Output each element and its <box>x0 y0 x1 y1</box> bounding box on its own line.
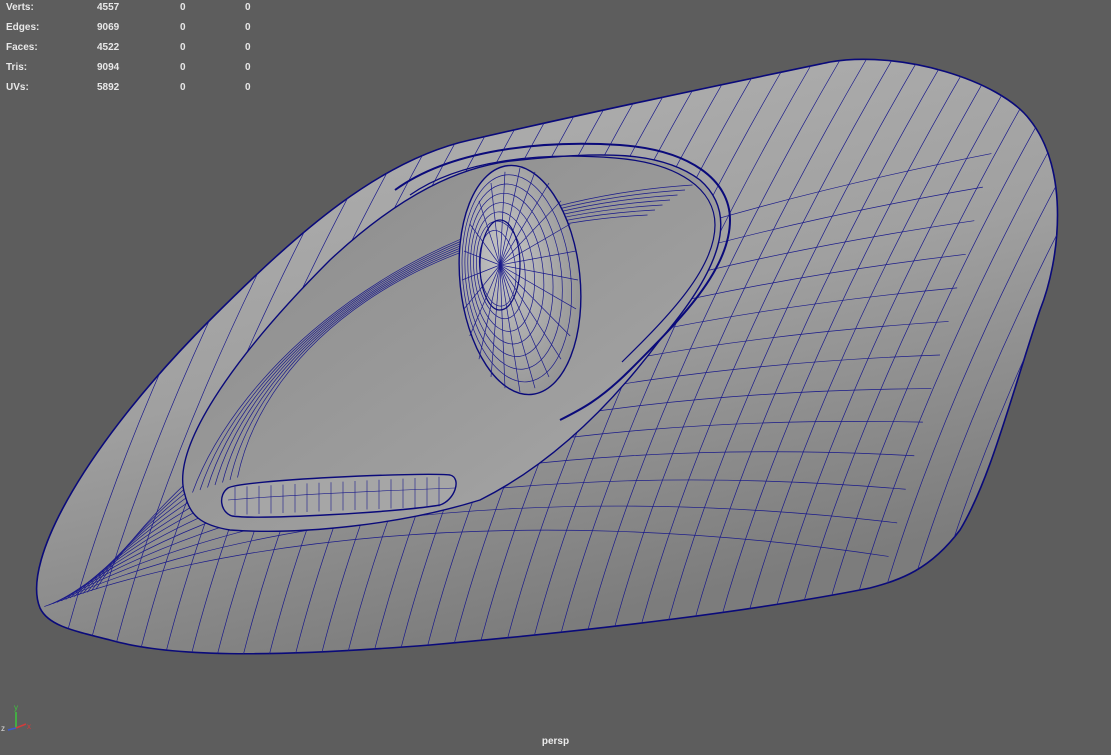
axis-x-label: x <box>27 722 31 731</box>
hud-total: 5892 <box>97 82 120 93</box>
mesh-render[interactable] <box>0 0 1111 755</box>
hud-total: 9094 <box>97 62 120 73</box>
hud-label: Verts: <box>6 2 34 13</box>
hud-total: 4522 <box>97 42 120 53</box>
hud-selected: 0 <box>180 22 186 33</box>
hud-component: 0 <box>245 62 251 73</box>
heads-up-display: Verts: 4557 0 0 Edges: 9069 0 0 Faces: 4… <box>0 0 260 100</box>
camera-label: persp <box>541 736 570 747</box>
hud-row-faces: Faces: 4522 0 0 <box>0 40 260 60</box>
hud-component: 0 <box>245 42 251 53</box>
hud-component: 0 <box>245 22 251 33</box>
hud-component: 0 <box>245 2 251 13</box>
axis-z-label: z <box>1 724 5 733</box>
hud-label: UVs: <box>6 82 29 93</box>
hud-selected: 0 <box>180 82 186 93</box>
hud-label: Edges: <box>6 22 40 33</box>
hud-row-edges: Edges: 9069 0 0 <box>0 20 260 40</box>
3d-viewport[interactable] <box>0 0 1111 755</box>
hud-row-verts: Verts: 4557 0 0 <box>0 0 260 20</box>
hud-selected: 0 <box>180 2 186 13</box>
hud-component: 0 <box>245 82 251 93</box>
hud-total: 9069 <box>97 22 120 33</box>
hud-row-uvs: UVs: 5892 0 0 <box>0 80 260 100</box>
wire-section <box>1047 59 1058 654</box>
hud-row-tris: Tris: 9094 0 0 <box>0 60 260 80</box>
hud-label: Tris: <box>6 62 28 73</box>
axis-y-label: y <box>14 703 18 712</box>
wire-section <box>1074 60 1111 660</box>
axis-gizmo-icon: y x z <box>1 703 31 733</box>
hud-total: 4557 <box>97 2 120 13</box>
hud-label: Faces: <box>6 42 38 53</box>
hud-selected: 0 <box>180 62 186 73</box>
hud-selected: 0 <box>180 42 186 53</box>
